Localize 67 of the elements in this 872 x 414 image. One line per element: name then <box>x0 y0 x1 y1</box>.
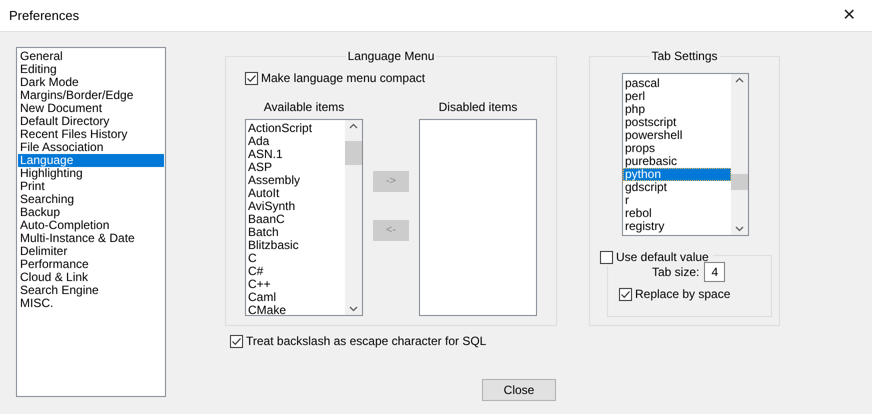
list-item[interactable]: Searching <box>18 193 164 206</box>
list-item[interactable]: perl <box>623 90 731 103</box>
list-item[interactable]: CMake <box>246 304 345 315</box>
scroll-thumb[interactable] <box>731 174 748 190</box>
scroll-thumb[interactable] <box>345 141 362 165</box>
list-item[interactable]: C++ <box>246 278 345 291</box>
list-item[interactable]: Delimiter <box>18 245 164 258</box>
scrollbar[interactable] <box>731 74 748 235</box>
close-button[interactable]: ✕ <box>826 0 872 32</box>
list-item[interactable]: File Association <box>18 141 164 154</box>
list-item[interactable]: rebol <box>623 207 731 220</box>
list-item[interactable]: General <box>18 50 164 63</box>
list-item[interactable]: C <box>246 252 345 265</box>
list-item[interactable]: Editing <box>18 63 164 76</box>
list-item[interactable]: r <box>623 194 731 207</box>
list-item[interactable]: powershell <box>623 129 731 142</box>
scrollbar[interactable] <box>345 120 362 315</box>
checkbox-label: Treat backslash as escape character for SQL <box>246 333 486 350</box>
list-item[interactable]: Cloud & Link <box>18 271 164 284</box>
list-item[interactable]: registry <box>623 220 731 233</box>
list-item[interactable]: pascal <box>623 77 731 90</box>
list-caption: Disabled items <box>438 99 518 114</box>
list-item[interactable]: Batch <box>246 226 345 239</box>
list-item[interactable]: Blitzbasic <box>246 239 345 252</box>
list-item[interactable]: Highlighting <box>18 167 164 180</box>
checkbox[interactable] <box>619 288 632 300</box>
list-item[interactable]: AutoIt <box>246 187 345 200</box>
list-item[interactable]: Assembly <box>246 174 345 187</box>
list-item[interactable]: Print <box>18 180 164 193</box>
checkbox[interactable] <box>245 72 258 84</box>
checkbox-label: Replace by space <box>635 286 730 303</box>
list-item[interactable]: AviSynth <box>246 200 345 213</box>
field-label: Tab size: <box>652 264 700 281</box>
list-item[interactable]: Language <box>18 154 164 167</box>
list-item[interactable]: Caml <box>246 291 345 304</box>
list-item[interactable]: Default Directory <box>18 115 164 128</box>
list-item[interactable]: New Document <box>18 102 164 115</box>
list-item[interactable]: ASN.1 <box>246 148 345 161</box>
list-item[interactable]: ASP <box>246 161 345 174</box>
group-title: Language Menu <box>346 48 436 65</box>
list-item[interactable]: Ada <box>246 135 345 148</box>
list-item[interactable]: BaanC <box>246 213 345 226</box>
list-item[interactable]: postscript <box>623 116 731 129</box>
list-item[interactable]: ActionScript <box>246 122 345 135</box>
list-item[interactable]: python <box>623 168 731 181</box>
checkbox[interactable] <box>600 250 613 264</box>
list-item[interactable]: purebasic <box>623 155 731 168</box>
list-item[interactable]: Auto-Completion <box>18 219 164 232</box>
list-item[interactable]: gdscript <box>623 181 731 194</box>
list-item[interactable]: props <box>623 142 731 155</box>
list-item[interactable]: MISC. <box>18 297 164 310</box>
list-item[interactable]: php <box>623 103 731 116</box>
list-item[interactable]: Margins/Border/Edge <box>18 89 164 102</box>
list-item[interactable]: C# <box>246 265 345 278</box>
list-item[interactable]: Recent Files History <box>18 128 164 141</box>
list-item[interactable]: Performance <box>18 258 164 271</box>
list-item[interactable]: Backup <box>18 206 164 219</box>
list-item[interactable]: Multi-Instance & Date <box>18 232 164 245</box>
list-item[interactable]: Search Engine <box>18 284 164 297</box>
close-dialog-button[interactable]: Close <box>482 379 556 401</box>
checkbox[interactable] <box>230 334 243 348</box>
tab-size-field[interactable]: 4 <box>704 262 726 282</box>
checkbox-label: Make language menu compact <box>261 70 426 87</box>
list-item[interactable]: Dark Mode <box>18 76 164 89</box>
list-caption: Available items <box>264 99 344 114</box>
group-title: Tab Settings <box>650 48 719 65</box>
window-title: Preferences <box>9 6 80 25</box>
